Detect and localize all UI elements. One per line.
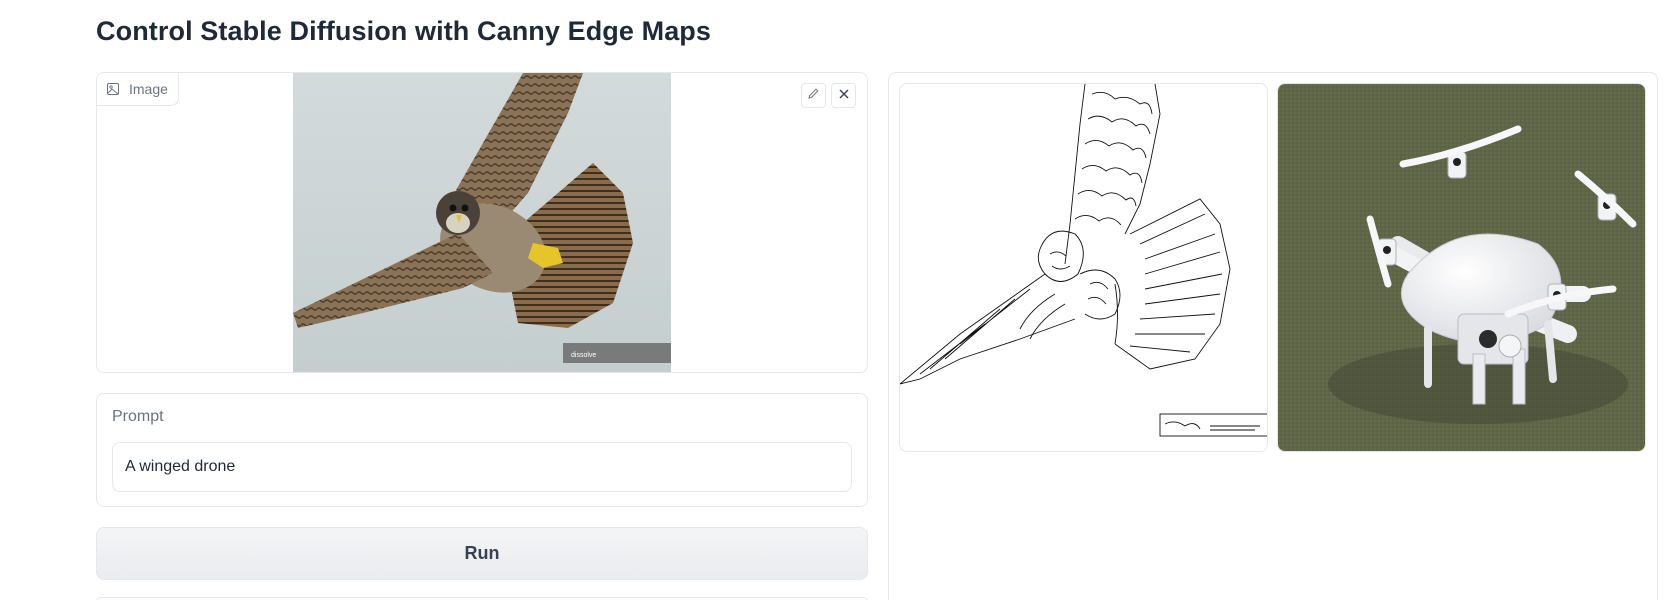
prompt-input[interactable] xyxy=(112,442,852,492)
generated-drone-image xyxy=(1278,84,1645,451)
image-label-text: Image xyxy=(129,81,168,97)
edit-image-button[interactable] xyxy=(801,83,826,108)
prompt-block: Prompt xyxy=(96,393,868,507)
watermark-text: dissolve xyxy=(571,352,596,359)
image-block-label: Image xyxy=(97,73,179,106)
gallery-item-generated-image[interactable] xyxy=(1277,83,1646,452)
pencil-icon xyxy=(807,87,820,105)
output-gallery xyxy=(888,72,1658,600)
close-icon xyxy=(838,87,850,105)
gallery-item-canny-edge-map[interactable] xyxy=(899,83,1268,452)
image-icon xyxy=(107,83,119,95)
uploaded-falcon-photo: dissolve xyxy=(293,73,671,372)
page-title: Control Stable Diffusion with Canny Edge… xyxy=(96,16,712,46)
clear-image-button[interactable] xyxy=(831,83,856,108)
run-button[interactable]: Run xyxy=(96,527,868,580)
prompt-label: Prompt xyxy=(112,408,164,425)
image-upload-panel[interactable]: Image dissolve xyxy=(96,72,868,373)
app-page: Control Stable Diffusion with Canny Edge… xyxy=(0,0,1666,600)
canny-edge-image xyxy=(900,84,1267,451)
